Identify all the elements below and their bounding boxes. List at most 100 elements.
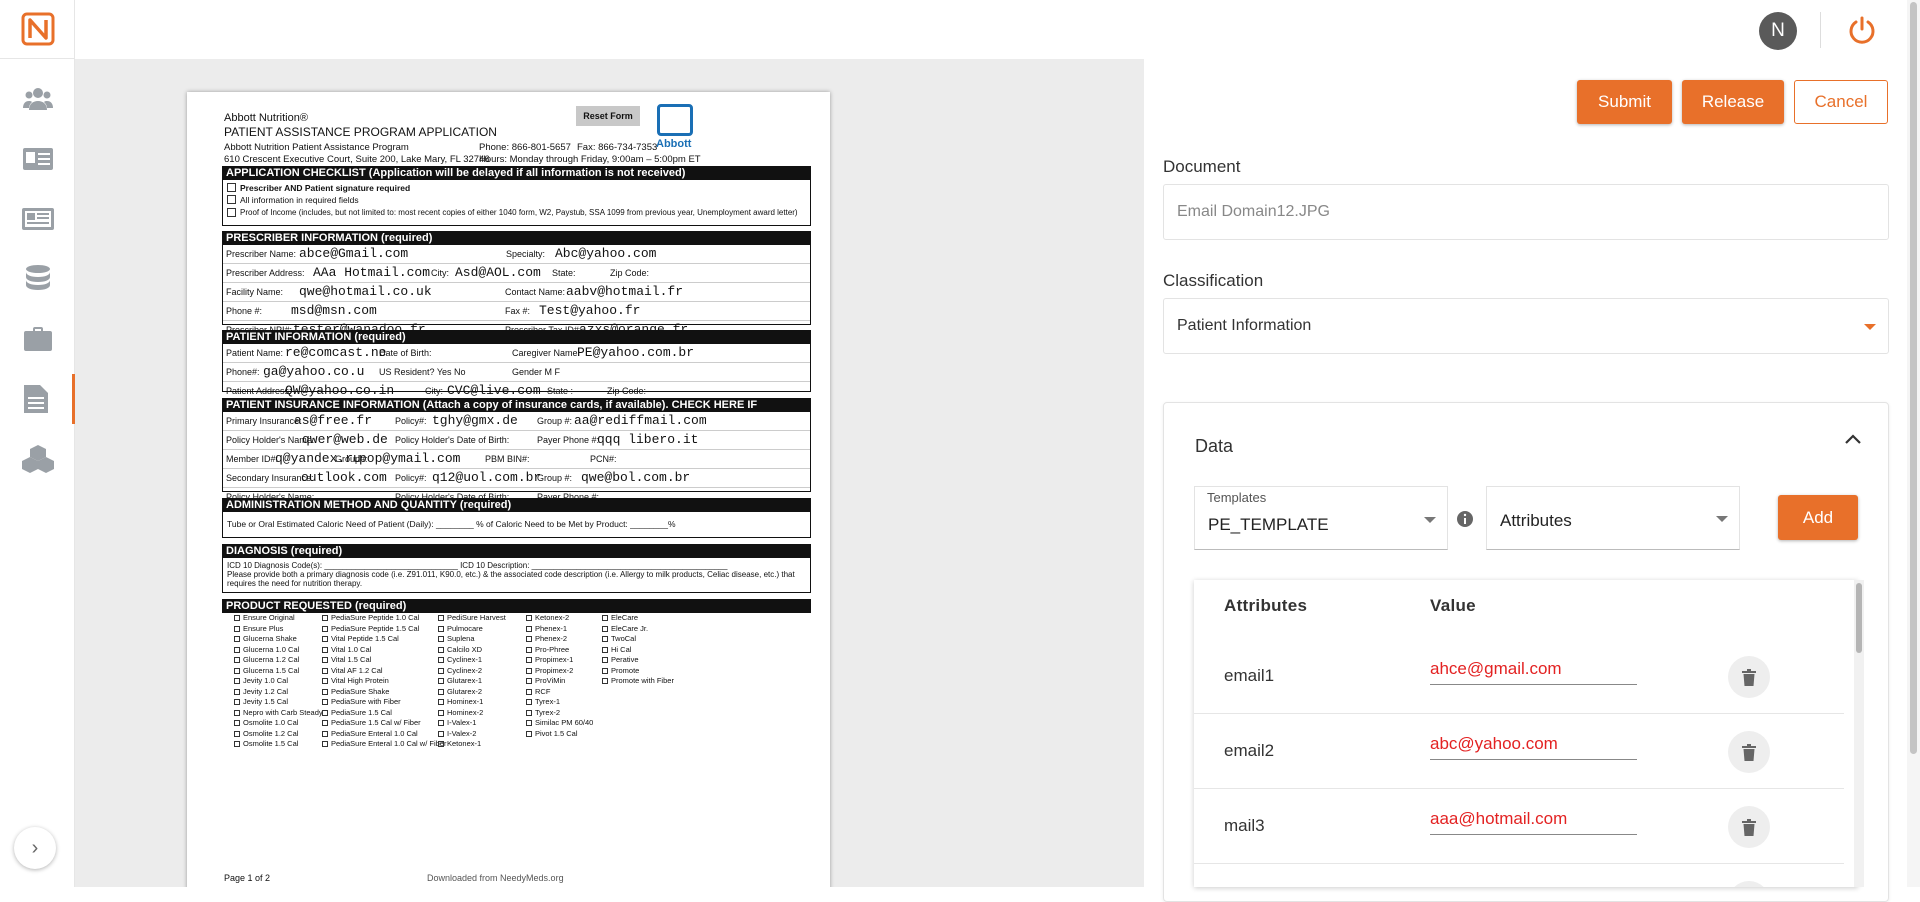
product-option[interactable]: Vital Peptide 1.5 Cal <box>322 634 446 645</box>
product-label: Osmolite 1.5 Cal <box>243 739 299 748</box>
product-option[interactable]: Propimex-2 <box>526 666 593 677</box>
product-option[interactable]: Cyclinex-2 <box>438 666 506 677</box>
cancel-button[interactable]: Cancel <box>1794 80 1888 124</box>
nav-database-icon[interactable] <box>0 254 75 304</box>
product-option[interactable]: Glutarex-2 <box>438 687 506 698</box>
chevron-up-icon[interactable] <box>1844 432 1862 446</box>
product-option[interactable]: I-Valex-2 <box>438 729 506 740</box>
product-option[interactable]: Hi Cal <box>602 645 674 656</box>
product-option[interactable]: Calcilo XD <box>438 645 506 656</box>
attributes-select[interactable]: Attributes <box>1486 486 1740 550</box>
product-option[interactable]: Hominex-2 <box>438 708 506 719</box>
product-option[interactable]: PediaSure with Fiber <box>322 697 446 708</box>
product-option[interactable]: Jevity 1.0 Cal <box>234 676 323 687</box>
table-scrollbar[interactable] <box>1854 580 1864 887</box>
product-option[interactable]: Vital 1.0 Cal <box>322 645 446 656</box>
expand-sidebar-button[interactable]: › <box>14 827 56 869</box>
product-option[interactable]: Vital High Protein <box>322 676 446 687</box>
product-option[interactable]: Nepro with Carb Steady <box>234 708 323 719</box>
product-option[interactable]: Pivot 1.5 Cal <box>526 729 593 740</box>
document-field[interactable]: Email Domain12.JPG <box>1163 184 1889 240</box>
product-option[interactable]: Osmolite 1.5 Cal <box>234 739 323 750</box>
product-option[interactable]: PediaSure 1.5 Cal <box>322 708 446 719</box>
product-option[interactable]: Glucerna 1.0 Cal <box>234 645 323 656</box>
product-option[interactable]: Suplena <box>438 634 506 645</box>
product-option[interactable]: Similac PM 60/40 <box>526 718 593 729</box>
product-option[interactable]: Tyrex-2 <box>526 708 593 719</box>
product-option[interactable]: EleCare <box>602 613 674 624</box>
nav-cubes-icon[interactable] <box>0 434 75 484</box>
product-option[interactable]: Ensure Plus <box>234 624 323 635</box>
product-option[interactable]: PediaSure Peptide 1.5 Cal <box>322 624 446 635</box>
product-option[interactable]: TwoCal <box>602 634 674 645</box>
product-option[interactable]: PediaSure 1.5 Cal w/ Fiber <box>322 718 446 729</box>
nav-news-icon[interactable] <box>0 194 75 244</box>
product-option[interactable]: Phenex-2 <box>526 634 593 645</box>
product-option[interactable]: PediSure Harvest <box>438 613 506 624</box>
product-option[interactable]: Promote <box>602 666 674 677</box>
product-label: Similac PM 60/40 <box>535 718 594 727</box>
product-option[interactable]: RCF <box>526 687 593 698</box>
nav-document-icon[interactable] <box>0 374 75 424</box>
avatar[interactable]: N <box>1759 12 1797 50</box>
product-option[interactable]: Hominex-1 <box>438 697 506 708</box>
product-option[interactable]: Ensure Original <box>234 613 323 624</box>
product-option[interactable]: Glutarex-1 <box>438 676 506 687</box>
product-label: Glucerna Shake <box>243 634 297 643</box>
product-option[interactable]: Ketonex-2 <box>526 613 593 624</box>
app-logo[interactable] <box>0 0 75 59</box>
product-option[interactable]: Osmolite 1.2 Cal <box>234 729 323 740</box>
product-label: Promote <box>611 665 640 675</box>
product-option[interactable]: Jevity 1.5 Cal <box>234 697 323 708</box>
power-icon[interactable] <box>1845 13 1879 47</box>
document-viewer[interactable]: Abbott Nutrition® PATIENT ASSISTANCE PRO… <box>75 59 1144 887</box>
product-option[interactable]: Glucerna 1.2 Cal <box>234 655 323 666</box>
product-option[interactable]: I-Valex-1 <box>438 718 506 729</box>
delete-row-button[interactable] <box>1728 656 1770 698</box>
product-option[interactable]: Vital 1.5 Cal <box>322 655 446 666</box>
product-option[interactable]: Tyrex-1 <box>526 697 593 708</box>
add-button[interactable]: Add <box>1778 495 1858 540</box>
nav-users-icon[interactable] <box>0 74 75 124</box>
product-option[interactable]: Glucerna 1.5 Cal <box>234 666 323 677</box>
release-button[interactable]: Release <box>1682 80 1784 124</box>
delete-row-button[interactable] <box>1728 881 1770 887</box>
product-option[interactable]: Osmolite 1.0 Cal <box>234 718 323 729</box>
product-option[interactable]: PediaSure Enteral 1.0 Cal <box>322 729 446 740</box>
product-option[interactable]: Glucerna Shake <box>234 634 323 645</box>
product-option[interactable]: Vital AF 1.2 Cal <box>322 666 446 677</box>
product-option[interactable]: Promote with Fiber <box>602 676 674 687</box>
delete-row-button[interactable] <box>1728 731 1770 773</box>
product-option[interactable]: PediaSure Peptide 1.0 Cal <box>322 613 446 624</box>
product-option[interactable]: Ketonex-1 <box>438 739 506 750</box>
templates-select[interactable]: Templates PE_TEMPLATE <box>1194 486 1448 550</box>
product-option[interactable]: Jevity 1.2 Cal <box>234 687 323 698</box>
product-option[interactable]: EleCare Jr. <box>602 624 674 635</box>
product-option[interactable]: ProViMin <box>526 676 593 687</box>
classification-value: Patient Information <box>1177 317 1312 334</box>
attribute-value-input[interactable]: ahce@gmail.com <box>1430 659 1637 685</box>
product-option[interactable]: Pulmocare <box>438 624 506 635</box>
delete-row-button[interactable] <box>1728 806 1770 848</box>
table-row: email2 abc@yahoo.com <box>1194 714 1844 789</box>
nav-id-card-icon[interactable] <box>0 134 75 184</box>
attribute-value-input[interactable]: abc@yahoo.com <box>1430 734 1637 760</box>
product-option[interactable]: Cyclinex-1 <box>438 655 506 666</box>
page-scrollbar[interactable] <box>1907 0 1920 887</box>
classification-select[interactable]: Patient Information <box>1163 298 1889 354</box>
doc-address: 610 Crescent Executive Court, Suite 200,… <box>224 154 490 165</box>
product-option[interactable]: PediaSure Enteral 1.0 Cal w/ Fiber <box>322 739 446 750</box>
submit-button[interactable]: Submit <box>1577 80 1672 124</box>
product-column: PediSure Harvest Pulmocare Suplena Calcilo … <box>438 613 506 750</box>
product-option[interactable]: Perative <box>602 655 674 666</box>
product-option[interactable]: PediaSure Shake <box>322 687 446 698</box>
info-icon[interactable] <box>1456 510 1474 528</box>
reset-form-button[interactable]: Reset Form <box>576 106 640 126</box>
nav-briefcase-icon[interactable] <box>0 314 75 364</box>
attribute-value-input[interactable]: aaa@hotmail.com <box>1430 809 1637 835</box>
product-option[interactable]: Phenex-1 <box>526 624 593 635</box>
product-option[interactable]: Pro-Phree <box>526 645 593 656</box>
product-option[interactable]: Propimex-1 <box>526 655 593 666</box>
handwritten-value: re@comcast.ne <box>285 345 387 360</box>
doc-form-row: Policy Holder's Name: qwer@web.de Policy H… <box>223 431 810 450</box>
